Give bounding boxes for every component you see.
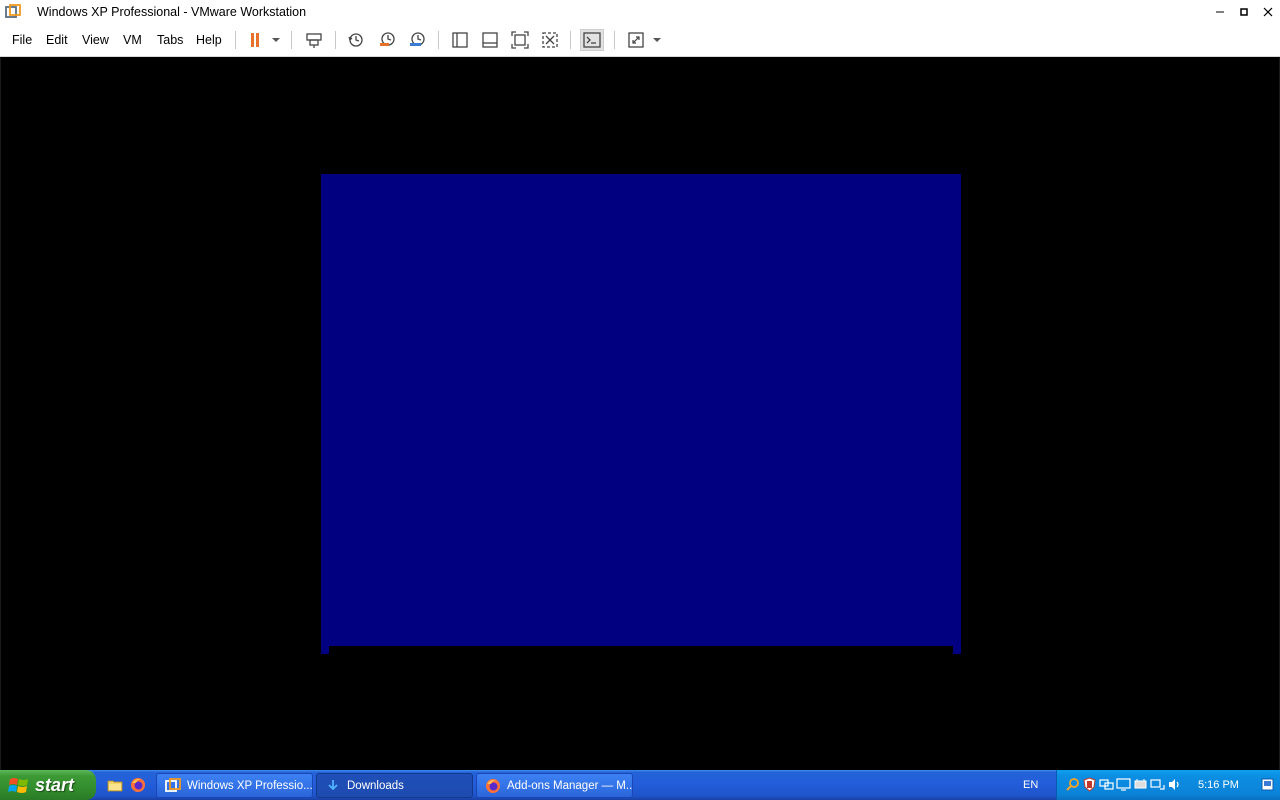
minimize-button[interactable] (1208, 0, 1232, 24)
show-thumbnail-bar-button[interactable] (478, 29, 502, 51)
search-icon[interactable] (1065, 777, 1080, 792)
close-icon (1263, 7, 1273, 17)
menu-file[interactable]: File (12, 33, 32, 47)
toolbar-separator (438, 31, 439, 49)
taskbar-item-addons-manager[interactable]: Add-ons Manager — M... (476, 773, 633, 798)
send-keys-icon (306, 33, 322, 48)
send-ctrl-alt-del-button[interactable] (302, 29, 326, 51)
clock[interactable]: 5:16 PM (1198, 779, 1239, 791)
thumbnail-bar-icon (482, 32, 498, 48)
restore-icon (1240, 8, 1248, 16)
maximize-button[interactable] (1232, 0, 1256, 24)
volume-icon[interactable] (1167, 777, 1182, 792)
taskbar-item-label: Add-ons Manager — M... (507, 779, 633, 792)
toolbar-separator (614, 31, 615, 49)
stretch-icon (628, 32, 644, 48)
unity-icon (542, 32, 558, 48)
security-shield-icon[interactable] (1082, 777, 1097, 792)
show-desktop-icon[interactable] (1260, 777, 1275, 792)
taskbar-item-vmware[interactable]: Windows XP Professio... (156, 773, 313, 798)
snapshot-icon (348, 33, 363, 47)
menu-vm[interactable]: VM (123, 33, 142, 47)
vm-display-area[interactable] (0, 58, 1280, 770)
firefox-icon[interactable] (130, 777, 146, 793)
menu-view[interactable]: View (82, 33, 109, 47)
suspend-button[interactable] (243, 29, 267, 51)
unity-button[interactable] (538, 29, 562, 51)
show-library-button[interactable] (448, 29, 472, 51)
toolbar-separator (335, 31, 336, 49)
stretch-dropdown-caret-icon[interactable] (653, 37, 661, 43)
menu-edit[interactable]: Edit (46, 33, 68, 47)
taskbar-item-downloads[interactable]: Downloads (316, 773, 473, 798)
start-button[interactable]: start (0, 770, 96, 800)
vm-screen-bottom-edge (329, 646, 953, 654)
language-indicator[interactable]: EN (1023, 779, 1038, 791)
sidebar-icon (452, 32, 468, 48)
system-tray: 5:16 PM (1056, 770, 1280, 800)
taskbar-item-label: Downloads (347, 779, 404, 792)
pause-icon (251, 33, 259, 47)
toolbar-separator (570, 31, 571, 49)
stretch-guest-button[interactable] (624, 29, 648, 51)
minimize-icon (1216, 11, 1224, 13)
folder-icon[interactable] (107, 777, 123, 793)
toolbar: File Edit View VM Tabs Help (0, 24, 1280, 57)
windows-flag-icon (8, 778, 28, 793)
firefox-icon (486, 778, 500, 793)
window-title: Windows XP Professional - VMware Worksta… (37, 5, 307, 19)
snapshot-manager-icon (410, 32, 425, 46)
vm-guest-screen[interactable] (321, 174, 961, 654)
snapshot-manager-button[interactable] (405, 29, 429, 51)
network-connection-icon[interactable] (1150, 777, 1165, 792)
vmware-icon (5, 4, 21, 18)
close-button[interactable] (1256, 0, 1280, 24)
taskbar-item-label: Windows XP Professio... (187, 779, 313, 792)
title-bar[interactable]: Windows XP Professional - VMware Worksta… (0, 0, 1280, 24)
full-screen-button[interactable] (508, 29, 532, 51)
revert-snapshot-button[interactable] (375, 29, 399, 51)
take-snapshot-button[interactable] (344, 29, 368, 51)
terminal-icon (583, 32, 601, 48)
download-icon (328, 779, 338, 790)
menu-help[interactable]: Help (196, 33, 222, 47)
start-label: start (35, 774, 75, 795)
display-icon[interactable] (1116, 777, 1131, 792)
power-dropdown-caret-icon[interactable] (272, 37, 280, 43)
toolbar-separator (291, 31, 292, 49)
toolbar-separator (235, 31, 236, 49)
vmware-icon (165, 777, 181, 792)
full-screen-icon (511, 31, 529, 49)
network-icon[interactable] (1099, 777, 1114, 792)
console-view-button[interactable] (580, 29, 604, 51)
menu-tabs[interactable]: Tabs (157, 33, 183, 47)
safely-remove-hardware-icon[interactable] (1133, 777, 1148, 792)
revert-snapshot-icon (380, 32, 395, 46)
taskbar: start Windows XP Professio... Downloads … (0, 770, 1280, 800)
